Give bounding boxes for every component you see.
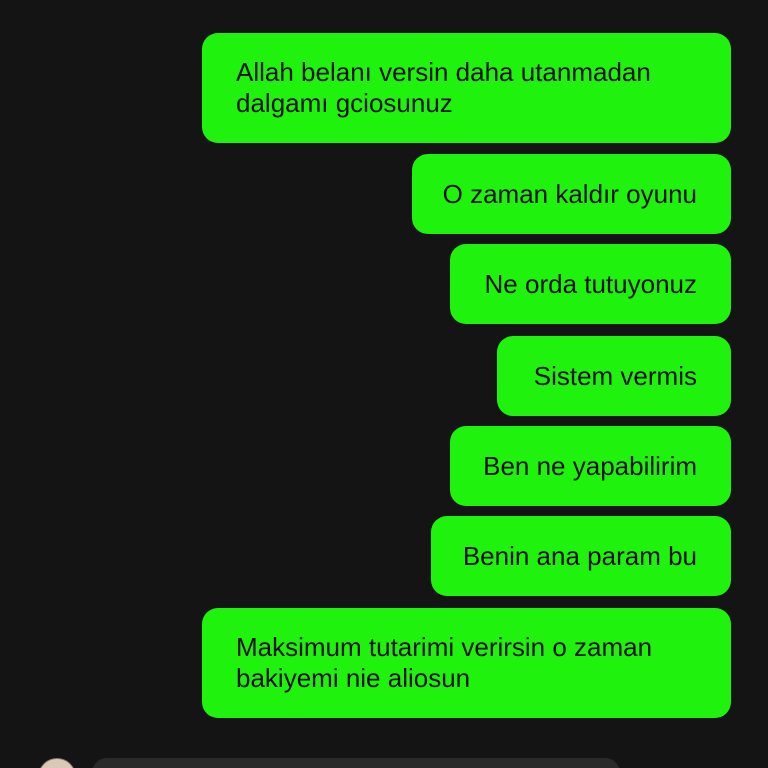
- message-text: bakiyemi nie aliosun: [236, 663, 471, 693]
- avatar[interactable]: [38, 758, 76, 768]
- chat-thread: Allah belanı versin daha utanmadan dalga…: [0, 0, 768, 768]
- message-text: Benin ana param bu: [462, 540, 697, 571]
- message-bubble[interactable]: O zaman kaldır oyunu: [412, 154, 731, 234]
- message-bubble[interactable]: Ben ne yapabilirim: [450, 426, 731, 506]
- message-bubble[interactable]: Maksimum tutarimi verirsin o zaman bakiy…: [202, 608, 731, 718]
- message-text: Allah belanı versin daha utanmadan: [236, 57, 651, 87]
- message-bubble[interactable]: Ne orda tutuyonuz: [450, 244, 731, 324]
- message-text: Ben ne yapabilirim: [483, 450, 697, 481]
- message-input[interactable]: [92, 758, 620, 768]
- message-bubble[interactable]: Allah belanı versin daha utanmadan dalga…: [202, 33, 731, 143]
- message-bubble[interactable]: Sistem vermis: [497, 336, 731, 416]
- message-text: Sistem vermis: [533, 360, 697, 391]
- message-text: dalgamı gciosunuz: [236, 88, 453, 118]
- message-text: Ne orda tutuyonuz: [484, 268, 697, 299]
- message-text: Maksimum tutarimi verirsin o zaman: [236, 632, 653, 662]
- message-bubble[interactable]: Benin ana param bu: [431, 516, 731, 596]
- message-text: O zaman kaldır oyunu: [442, 178, 697, 209]
